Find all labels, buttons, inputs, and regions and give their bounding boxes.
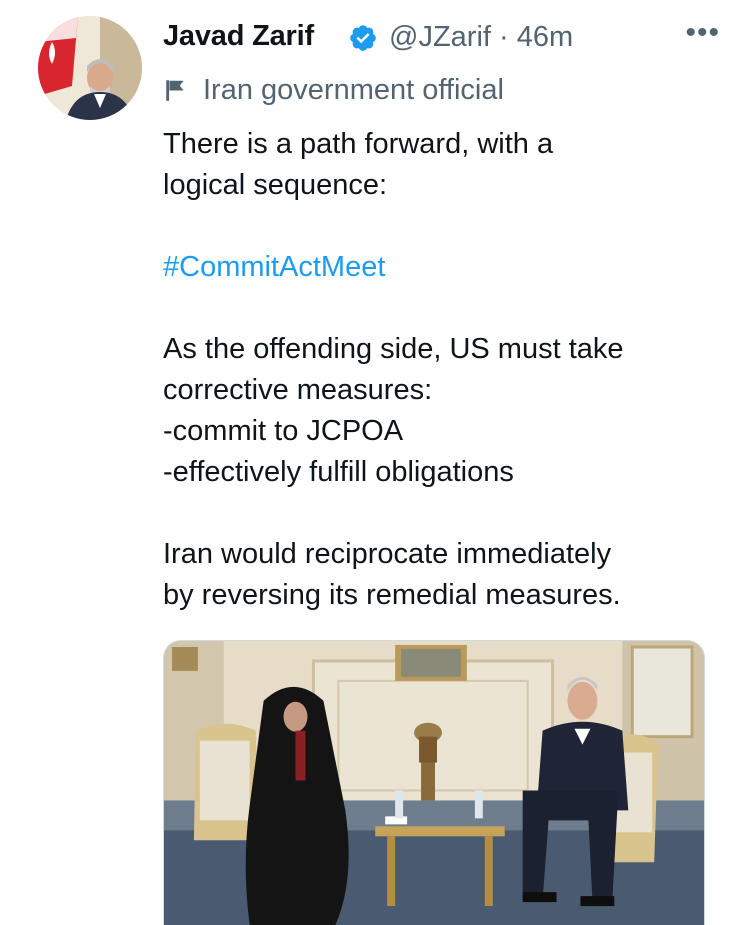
handle-time-row: @JZarif · 46m [389, 21, 573, 54]
tweet-line: There is a path forward, with a [163, 128, 554, 160]
hashtag-link[interactable]: #CommitActMeet [163, 251, 385, 283]
tweet-media-photo[interactable] [163, 640, 705, 925]
tweet-line: -commit to JCPOA [163, 415, 404, 447]
author-handle[interactable]: @JZarif [389, 21, 491, 53]
tweet-line: corrective measures: [163, 374, 433, 406]
flag-icon [166, 80, 184, 101]
verified-badge-icon [350, 25, 376, 51]
tweet-line: logical sequence: [163, 169, 388, 201]
account-label: Iran government official [163, 72, 504, 108]
avatar-image [38, 16, 142, 120]
tweet-line: Iran would reciprocate immediately [163, 538, 612, 570]
author-avatar[interactable] [38, 16, 142, 120]
tweet-header: Javad Zarif @JZarif · 46m ••• [163, 14, 720, 58]
more-options-icon[interactable]: ••• [685, 16, 720, 50]
tweet-line: -effectively fulfill obligations [163, 456, 514, 488]
tweet-text: There is a path forward, with a logical … [163, 124, 723, 616]
tweet-line: As the offending side, US must take [163, 333, 624, 365]
label-text: Iran government official [203, 73, 504, 106]
author-display-name[interactable]: Javad Zarif [163, 20, 314, 53]
tweet-time[interactable]: 46m [517, 21, 573, 53]
media-image [164, 641, 704, 925]
separator-dot: · [499, 21, 509, 53]
tweet-line: by reversing its remedial measures. [163, 579, 621, 611]
